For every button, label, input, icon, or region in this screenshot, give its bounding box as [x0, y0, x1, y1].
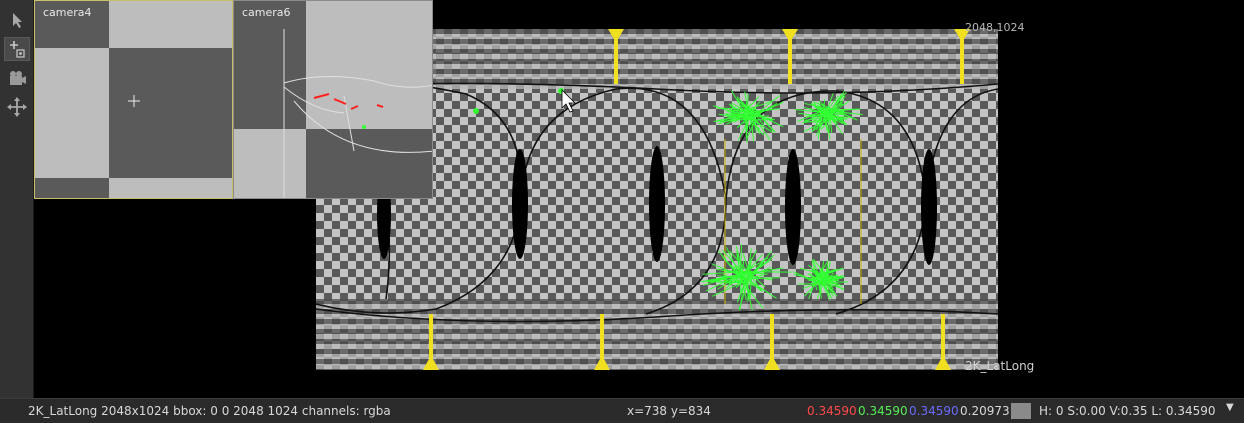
color-swatch: [1011, 403, 1031, 419]
select-pointer-tool[interactable]: [4, 8, 30, 32]
camera4-checker: [35, 1, 232, 198]
add-marker-tool[interactable]: [4, 37, 30, 61]
viewer-toolbar: [0, 0, 34, 398]
camera4-view[interactable]: camera4: [34, 0, 233, 199]
red-value: 0.34590: [807, 404, 857, 418]
cursor-position: x=738 y=834: [627, 404, 711, 418]
format-size-label: 2048,1024: [965, 21, 1025, 34]
camera6-checker: [234, 1, 432, 198]
arrow-pointer-icon: [13, 13, 22, 28]
blue-value: 0.34590: [909, 404, 959, 418]
image-viewer[interactable]: camera4 camera6 2048,1024 2K_LatLong: [34, 0, 1244, 398]
camera6-view[interactable]: camera6: [233, 0, 433, 199]
camera6-title: camera6: [242, 6, 291, 19]
move-arrows-icon: [7, 97, 27, 117]
status-bar: 2K_LatLong 2048x1024 bbox: 0 0 2048 1024…: [0, 398, 1244, 423]
hsvl-readout: H: 0 S:0.00 V:0.35 L: 0.34590: [1039, 404, 1216, 418]
image-info: 2K_LatLong 2048x1024 bbox: 0 0 2048 1024…: [28, 404, 391, 418]
plus-marker-icon: [10, 41, 25, 58]
alpha-value: 0.20973: [960, 404, 1010, 418]
green-value: 0.34590: [858, 404, 908, 418]
status-menu-arrow-icon[interactable]: ▼: [1226, 402, 1234, 413]
camera4-title: camera4: [43, 6, 92, 19]
camera-tool[interactable]: [4, 66, 30, 90]
image-name-label: 2K_LatLong: [965, 359, 1035, 373]
transform-move-tool[interactable]: [4, 95, 30, 119]
camera-icon: [10, 71, 26, 85]
